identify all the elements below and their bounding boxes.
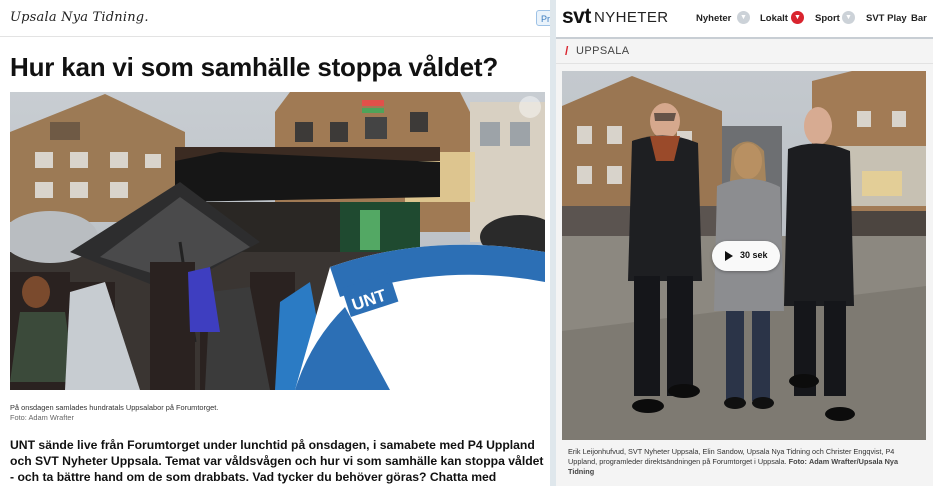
- svt-header: svt NYHETER Nyheter ▼ Lokalt ▼ Sport ▼ S…: [556, 0, 933, 39]
- nav-item-nyheter[interactable]: Nyheter: [696, 13, 731, 24]
- photo-caption: På onsdagen samlades hundratals Uppsalab…: [10, 403, 219, 412]
- photo-caption: Erik Leijonhufvud, SVT Nyheter Uppsala, …: [568, 447, 916, 477]
- nav-item-lokalt[interactable]: Lokalt: [760, 13, 788, 24]
- unt-header: Upsala Nya Tidning. Pr: [0, 0, 550, 37]
- forumtorget-crowd-photo: UNT: [10, 92, 545, 390]
- svt-logo[interactable]: svt: [562, 5, 591, 29]
- pr-badge[interactable]: Pr: [536, 10, 550, 26]
- unt-article-panel: Upsala Nya Tidning. Pr Hur kan vi som sa…: [0, 0, 550, 486]
- unt-logo[interactable]: Upsala Nya Tidning.: [10, 10, 149, 25]
- chevron-down-icon[interactable]: ▼: [842, 11, 855, 24]
- video-player[interactable]: 30 sek: [562, 71, 926, 440]
- section-name[interactable]: UPPSALA: [576, 45, 630, 57]
- svt-logo-sub[interactable]: NYHETER: [594, 9, 668, 26]
- svt-article-panel: svt NYHETER Nyheter ▼ Lokalt ▼ Sport ▼ S…: [556, 0, 933, 486]
- section-breadcrumb: / UPPSALA: [556, 39, 933, 64]
- article-headline: Hur kan vi som samhälle stoppa våldet?: [10, 52, 498, 82]
- chevron-down-icon[interactable]: ▼: [737, 11, 750, 24]
- chevron-down-icon[interactable]: ▼: [791, 11, 804, 24]
- zoom-icon[interactable]: [519, 96, 541, 118]
- nav-item-svt-play[interactable]: SVT Play: [866, 13, 907, 24]
- section-slash-icon: /: [565, 44, 569, 58]
- caption-foto-label: Foto:: [788, 457, 807, 466]
- play-icon: [725, 251, 733, 261]
- nav-item-barn[interactable]: Bar: [911, 13, 927, 24]
- photo-credit: Foto: Adam Wrafter: [10, 413, 74, 422]
- article-photo[interactable]: UNT: [10, 92, 545, 390]
- play-button[interactable]: 30 sek: [712, 241, 780, 271]
- video-duration: 30 sek: [740, 250, 768, 260]
- article-ingress: UNT sände live från Forumtorget under lu…: [10, 438, 544, 484]
- nav-item-sport[interactable]: Sport: [815, 13, 840, 24]
